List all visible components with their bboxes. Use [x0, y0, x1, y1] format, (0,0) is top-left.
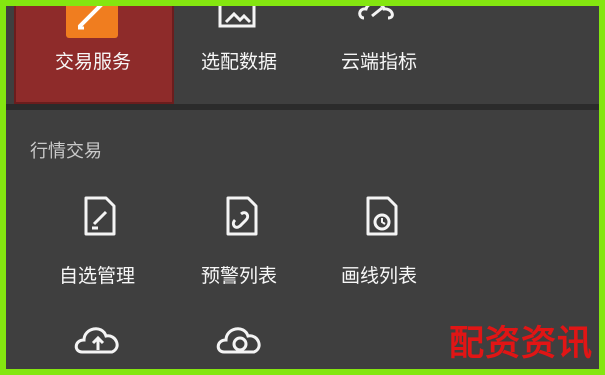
shortcut-selected-data[interactable]: 选配数据 [172, 6, 306, 104]
section-item-watchlist[interactable]: 自选管理 [30, 186, 164, 287]
section-item-cloud-upload[interactable] [30, 318, 164, 369]
section-item-drawing-lines[interactable]: 画线列表 [312, 186, 446, 287]
section-item-cloud-sync[interactable] [172, 318, 306, 369]
section-item-alerts[interactable]: 预警列表 [172, 186, 306, 287]
section-item-label: 画线列表 [340, 265, 417, 287]
shortcut-trade-service[interactable]: 交易服务 [26, 6, 160, 104]
top-shortcut-row: 交易服务 选配数据 云端指标 [6, 6, 599, 104]
cloud-upload-icon [70, 318, 126, 362]
document-link-icon [218, 194, 262, 242]
cloud-sync-icon [212, 318, 268, 362]
shortcut-label: 交易服务 [54, 51, 131, 73]
shortcut-label: 选配数据 [200, 51, 277, 73]
document-edit-icon [76, 194, 120, 242]
app-screen: 交易服务 选配数据 云端指标 行情交易 自选管理 预警列表 画线列表 配资资讯 [6, 6, 599, 369]
section-title: 行情交易 [30, 141, 102, 162]
edit-square-icon [66, 6, 118, 38]
cloud-link-icon [354, 6, 402, 32]
section-item-label: 预警列表 [200, 265, 277, 287]
section-item-label: 自选管理 [58, 265, 135, 287]
shortcut-cloud-indicator[interactable]: 云端指标 [312, 6, 446, 104]
watermark-text: 配资资讯 [448, 324, 593, 364]
section-divider [6, 104, 599, 110]
document-refresh-icon [358, 194, 402, 242]
image-frame-icon [217, 6, 257, 36]
shortcut-label: 云端指标 [340, 51, 417, 73]
